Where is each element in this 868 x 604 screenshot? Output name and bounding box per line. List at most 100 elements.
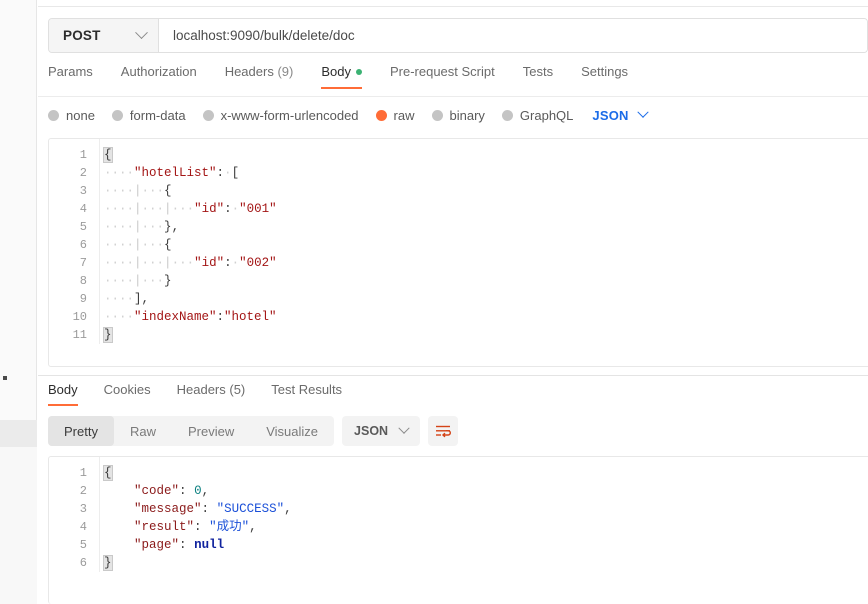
request-tab-label: Params — [48, 64, 93, 79]
response-view-preview[interactable]: Preview — [172, 416, 250, 446]
body-type-none[interactable]: none — [48, 108, 95, 123]
request-tab-authorization[interactable]: Authorization — [107, 62, 211, 89]
token-punc: , — [284, 502, 292, 516]
token-brace-hl: } — [103, 555, 113, 571]
radio-icon — [202, 109, 214, 121]
request-tab-headers[interactable]: Headers (9) — [211, 62, 308, 89]
token-guide: | — [164, 256, 172, 270]
request-line-number: 2 — [79, 166, 87, 180]
response-code-line: 5 "page": null — [49, 536, 868, 554]
body-type-label: GraphQL — [519, 107, 574, 123]
sidebar-selected-item[interactable] — [0, 420, 37, 447]
response-tab-bar: Body Cookies Headers (5) Test Results — [48, 380, 868, 408]
token-ws — [104, 484, 134, 498]
body-type-form-data[interactable]: form-data — [111, 107, 186, 123]
response-tab-body[interactable]: Body — [48, 380, 91, 406]
request-tab-bar: Params Authorization Headers (9) Body Pre-re… — [48, 62, 868, 96]
response-view-raw[interactable]: Raw — [114, 416, 172, 446]
token-ws: ···· — [104, 292, 135, 306]
token-brace: } — [164, 220, 172, 234]
body-type-label: none — [66, 107, 95, 123]
token-ws: ··· — [141, 238, 165, 252]
request-response-divider[interactable] — [38, 375, 868, 376]
request-code-line: 6 ····|···{ — [49, 236, 868, 254]
request-tab-body[interactable]: Body — [307, 62, 376, 89]
body-type-label: binary — [449, 107, 485, 123]
body-format-label: JSON — [592, 107, 629, 123]
token-ws: ··· — [141, 274, 165, 288]
response-code-line: 3 "message": "SUCCESS", — [49, 500, 868, 518]
token-punc: ] — [134, 292, 142, 306]
request-tab-params[interactable]: Params — [48, 62, 107, 89]
chevron-down-icon — [135, 26, 148, 40]
chevron-down-icon — [398, 422, 410, 434]
request-line-number: 8 — [79, 274, 87, 288]
radio-icon — [48, 109, 59, 121]
body-format-select[interactable]: JSON — [592, 106, 649, 123]
response-format-select[interactable]: JSON — [342, 416, 421, 446]
body-type-label: form-data — [129, 107, 186, 123]
token-brace-hl: } — [103, 327, 113, 343]
token-brace: { — [164, 184, 172, 198]
token-brace-hl: { — [103, 465, 113, 481]
response-line-number: 5 — [79, 538, 87, 552]
request-line-number: 10 — [72, 310, 87, 324]
response-body-editor[interactable]: 1{2 "code": 0, 3 "message": "SUCCESS", 4 "… — [48, 456, 868, 604]
request-line-text: } — [89, 326, 868, 344]
token-key: "hotelList" — [134, 166, 217, 180]
postman-window: POST localhost:9090/bulk/delete/doc Para… — [0, 0, 868, 604]
token-key2: "message" — [134, 502, 202, 516]
response-tab-headers-5-[interactable]: Headers (5) — [164, 380, 259, 406]
response-code-line: 1{ — [49, 464, 868, 482]
body-type-graphql[interactable]: GraphQL — [501, 107, 574, 123]
token-punc: , — [171, 220, 180, 234]
request-code-area[interactable]: 1{2 ····"hotelList":·[3 ····|···{4 ····|···… — [49, 139, 868, 344]
body-type-label: x-www-form-urlencoded — [220, 107, 359, 123]
response-code-line: 4 "result": "成功", — [49, 518, 868, 536]
response-view-visualize[interactable]: Visualize — [250, 416, 334, 446]
request-tabs-divider — [38, 96, 868, 97]
token-ws: ··· — [171, 256, 195, 270]
request-tab-pre-request-script[interactable]: Pre-request Script — [376, 62, 509, 89]
token-ws: ···· — [104, 166, 135, 180]
token-key: "id" — [194, 202, 225, 216]
token-ws — [209, 502, 217, 516]
token-ws — [202, 520, 210, 534]
sidebar-marker-icon — [3, 376, 7, 380]
token-ws: ···· — [104, 274, 135, 288]
token-punc: : — [194, 520, 202, 534]
token-key: "indexName" — [134, 310, 217, 324]
chevron-down-icon — [636, 106, 649, 118]
response-tab-cookies[interactable]: Cookies — [91, 380, 164, 406]
token-punc: [ — [231, 166, 240, 180]
request-line-number: 9 — [79, 292, 87, 306]
body-modified-dot-icon — [355, 69, 362, 75]
request-line-text: ····|···|···"id":·"001" — [89, 200, 868, 218]
body-type-x-www-form-urlencoded[interactable]: x-www-form-urlencoded — [202, 107, 359, 123]
body-type-label: raw — [393, 107, 415, 123]
word-wrap-button[interactable] — [428, 416, 459, 446]
token-ws: ··· — [141, 184, 165, 198]
response-view-pretty[interactable]: Pretty — [48, 416, 114, 446]
url-input[interactable]: localhost:9090/bulk/delete/doc — [159, 19, 867, 52]
token-brace: { — [164, 238, 172, 252]
request-tab-settings[interactable]: Settings — [567, 62, 642, 89]
body-type-binary[interactable]: binary — [431, 107, 485, 123]
response-code-area[interactable]: 1{2 "code": 0, 3 "message": "SUCCESS", 4 "… — [49, 457, 868, 572]
request-line-text: ····|···{ — [89, 182, 868, 200]
response-view-toolbar: Pretty Raw Preview Visualize JSON — [48, 416, 459, 446]
response-tab-test-results[interactable]: Test Results — [258, 380, 355, 406]
body-type-row: none form-data x-www-form-urlencoded raw bin… — [48, 103, 868, 127]
request-body-editor[interactable]: 1{2 ····"hotelList":·[3 ····|···{4 ····|···… — [48, 138, 868, 367]
token-punc: : — [179, 484, 187, 498]
body-type-raw[interactable]: raw — [375, 107, 415, 123]
request-line-text: ····|···|···"id":·"002" — [89, 254, 868, 272]
request-tab-label: Authorization — [120, 64, 197, 79]
token-punc: : — [224, 256, 232, 270]
http-method-select[interactable]: POST — [49, 19, 159, 52]
token-str: "002" — [239, 256, 277, 270]
token-guide: | — [134, 256, 142, 270]
request-line-text: ····|···{ — [89, 236, 868, 254]
token-ws: ···· — [104, 256, 135, 270]
request-tab-tests[interactable]: Tests — [509, 62, 567, 89]
